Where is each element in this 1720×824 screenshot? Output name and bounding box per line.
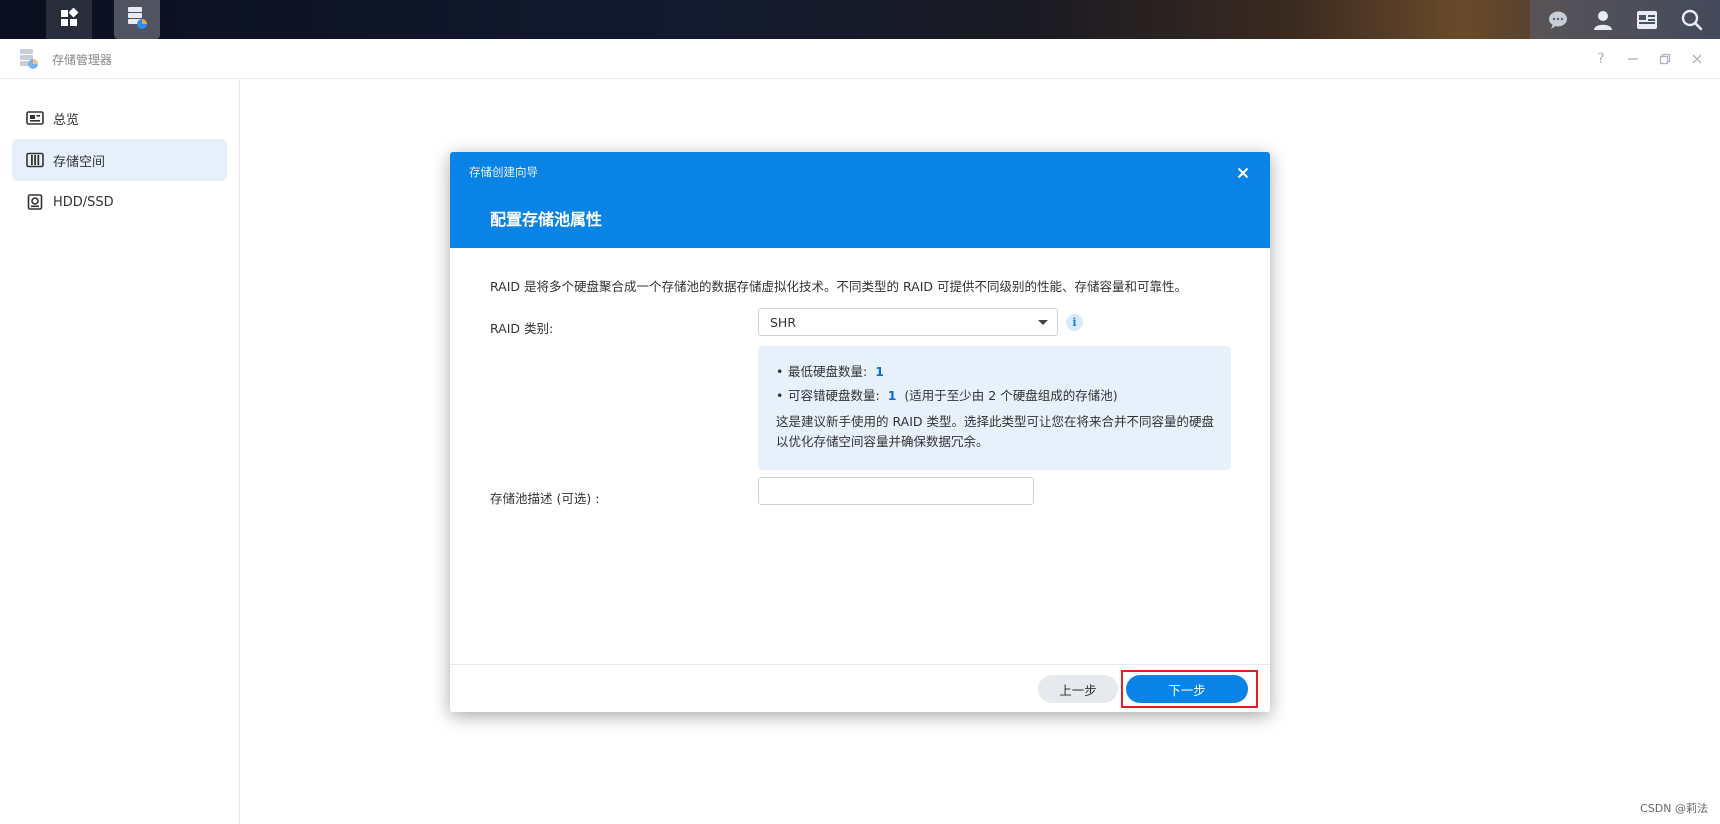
desktop-taskbar <box>0 0 1720 39</box>
watermark: CSDN @莉法 <box>1640 802 1708 815</box>
close-icon[interactable] <box>1232 162 1254 184</box>
window-titlebar: 存储管理器 ? <box>0 39 1720 79</box>
close-window-icon[interactable] <box>1686 48 1708 70</box>
fault-tolerance-value: 1 <box>887 388 897 403</box>
storage-creation-wizard-dialog: 存储创建向导 配置存储池属性 RAID 是将多个硬盘聚合成一个存储池的数据存储虚… <box>450 152 1270 712</box>
raid-type-label: RAID 类别: <box>490 321 554 336</box>
overview-icon <box>26 109 44 127</box>
sidebar-item-hdd-ssd[interactable]: HDD/SSD <box>12 181 227 223</box>
next-button[interactable]: 下一步 <box>1126 675 1248 703</box>
raid-description: RAID 是将多个硬盘聚合成一个存储池的数据存储虚拟化技术。不同类型的 RAID… <box>490 279 1188 294</box>
grid-icon <box>59 7 79 32</box>
min-disks-value: 1 <box>875 364 884 379</box>
search-icon[interactable] <box>1677 5 1707 35</box>
sidebar-item-overview[interactable]: 总览 <box>12 97 227 139</box>
taskbar-tray <box>1530 0 1720 39</box>
sidebar-item-storage[interactable]: 存储空间 <box>12 139 227 181</box>
restore-icon[interactable] <box>1654 48 1676 70</box>
dialog-header: 存储创建向导 配置存储池属性 <box>450 152 1270 248</box>
widgets-icon[interactable] <box>1632 5 1662 35</box>
fault-tolerance-note: (适用于至少由 2 个硬盘组成的存储池) <box>904 388 1118 403</box>
list-item: 可容错硬盘数量: 1 (适用于至少由 2 个硬盘组成的存储池) <box>776 386 1213 410</box>
sidebar-item-label: 总览 <box>53 112 80 128</box>
storage-manager-app-icon <box>18 48 40 70</box>
raid-info-box: 最低硬盘数量: 1 可容错硬盘数量: 1 (适用于至少由 2 个硬盘组成的存储池) 这… <box>758 346 1231 470</box>
minimize-icon[interactable] <box>1622 48 1644 70</box>
window-controls: ? <box>1590 48 1708 70</box>
dialog-body: RAID 是将多个硬盘聚合成一个存储池的数据存储虚拟化技术。不同类型的 RAID… <box>450 248 1270 664</box>
main-menu-button[interactable] <box>46 0 92 39</box>
storage-icon <box>26 151 44 169</box>
info-icon[interactable]: i <box>1066 314 1083 331</box>
storage-manager-app-icon <box>125 5 149 35</box>
list-item: 最低硬盘数量: 1 <box>776 362 1213 386</box>
raid-type-select[interactable]: SHR <box>758 308 1058 336</box>
disk-icon <box>26 193 44 211</box>
sidebar-item-label: 存储空间 <box>53 154 106 170</box>
pool-description-input[interactable] <box>758 477 1034 505</box>
user-icon[interactable] <box>1588 5 1618 35</box>
min-disks-label: 最低硬盘数量: <box>788 364 868 379</box>
sidebar: 总览 存储空间 HDD/SSD <box>0 79 240 824</box>
help-icon[interactable]: ? <box>1590 48 1612 70</box>
pool-description-label: 存储池描述 (可选) : <box>490 491 600 506</box>
wizard-title: 存储创建向导 <box>469 165 538 179</box>
step-title: 配置存储池属性 <box>490 210 603 229</box>
storage-manager-taskbar-button[interactable] <box>114 0 160 39</box>
raid-recommendation-note: 这是建议新手使用的 RAID 类型。选择此类型可让您在将来合并不同容量的硬盘以优… <box>776 414 1214 449</box>
previous-button[interactable]: 上一步 <box>1038 675 1118 703</box>
dialog-footer: 上一步 下一步 <box>450 664 1270 712</box>
fault-tolerance-label: 可容错硬盘数量: <box>788 388 880 403</box>
window-title: 存储管理器 <box>52 53 113 67</box>
chevron-down-icon <box>1038 320 1048 325</box>
sidebar-item-label: HDD/SSD <box>53 194 114 210</box>
raid-type-value: SHR <box>770 314 797 330</box>
notification-icon[interactable] <box>1543 5 1573 35</box>
